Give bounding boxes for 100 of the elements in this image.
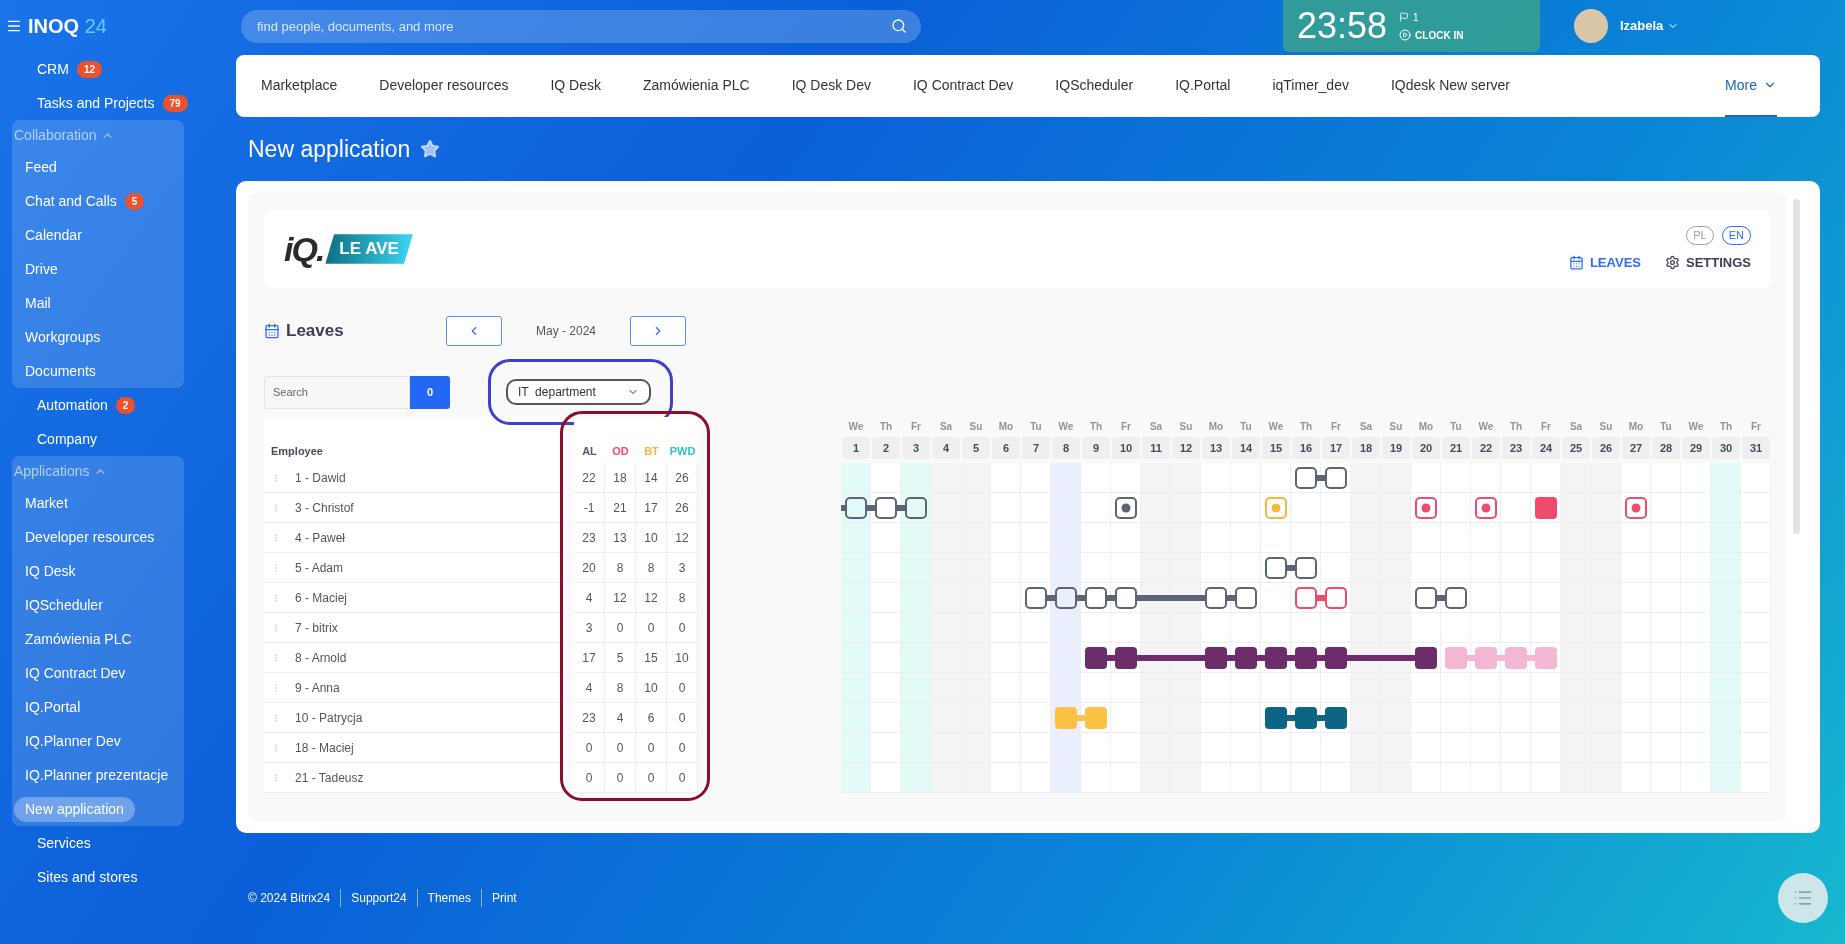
nav-tab[interactable]: iqTimer_dev	[1272, 55, 1349, 117]
weekday-label: Tu	[1030, 420, 1042, 434]
department-select[interactable]: IT department	[506, 379, 651, 405]
leave-box[interactable]	[905, 497, 927, 519]
leave-block[interactable]	[1265, 647, 1287, 669]
nav-tab[interactable]: IQdesk New server	[1390, 55, 1510, 117]
weekday-label: We	[848, 420, 864, 434]
brand-logo[interactable]: INOQ 24	[28, 11, 107, 41]
group-header[interactable]: Applications	[14, 460, 107, 482]
table-cell: 17	[636, 493, 667, 522]
user-menu[interactable]: Izabela	[1620, 16, 1680, 36]
sidebar-item[interactable]: Tasks and Projects 79	[26, 90, 199, 116]
leave-block[interactable]	[1295, 707, 1317, 729]
leave-block[interactable]	[1115, 647, 1137, 669]
table-cell: 0	[574, 763, 605, 792]
leave-block[interactable]	[1535, 497, 1557, 519]
leave-block[interactable]	[1265, 707, 1287, 729]
weekday-label: Mo	[1208, 420, 1224, 434]
previous-month-button[interactable]	[446, 316, 502, 346]
sidebar-item[interactable]: Documents	[14, 358, 107, 384]
leave-box[interactable]	[1265, 557, 1287, 579]
sidebar-item[interactable]: New application	[14, 796, 135, 822]
nav-tab[interactable]: IQ Desk	[550, 55, 601, 117]
table-cell: 4	[574, 583, 605, 612]
leave-box[interactable]	[1295, 467, 1317, 489]
leave-box[interactable]	[1325, 587, 1347, 609]
leave-block[interactable]	[1295, 647, 1317, 669]
scrollbar[interactable]	[1793, 199, 1800, 534]
leave-box[interactable]	[1205, 587, 1227, 609]
sidebar-item[interactable]: Chat and Calls 5	[14, 188, 156, 214]
leave-box[interactable]	[1025, 587, 1047, 609]
leave-box[interactable]	[1115, 587, 1137, 609]
more-tab[interactable]: More	[1725, 55, 1777, 117]
page-title: New application	[248, 134, 411, 164]
table-cell: 4	[574, 673, 605, 702]
sidebar-item[interactable]: CRM 12	[26, 56, 113, 82]
nav-tab[interactable]: Developer resources	[379, 55, 509, 117]
footer-link[interactable]: Themes	[416, 889, 481, 907]
footer-link[interactable]: Support24	[340, 889, 417, 907]
sidebar-item[interactable]: Market	[14, 490, 79, 516]
day-number: 18	[1352, 437, 1380, 459]
column-header: OD	[611, 443, 630, 459]
sidebar-item[interactable]: IQ.Portal	[14, 694, 92, 720]
sidebar-item[interactable]: Calendar	[14, 222, 93, 248]
search-field[interactable]: Search	[264, 375, 410, 409]
leave-box[interactable]	[1085, 587, 1107, 609]
sidebar-item[interactable]: Mail	[14, 290, 62, 316]
nav-tab[interactable]: Marketplace	[261, 55, 338, 117]
sidebar-item[interactable]: IQ.Planner prezentacje	[14, 762, 180, 788]
sidebar-item[interactable]: Developer resources	[14, 524, 166, 550]
footer-link[interactable]: Print	[480, 889, 527, 907]
nav-tab[interactable]: IQScheduler	[1055, 55, 1134, 117]
footer-link[interactable]: © 2024 Bitrix24	[248, 889, 341, 907]
sidebar-item[interactable]: IQ Desk	[14, 558, 87, 584]
leave-block[interactable]	[1325, 647, 1347, 669]
day-number: 26	[1592, 437, 1620, 459]
sidebar-item[interactable]: Automation 2	[26, 392, 147, 418]
avatar[interactable]	[1574, 9, 1608, 43]
day-number: 4	[932, 437, 960, 459]
search-icon[interactable]	[891, 17, 907, 34]
leave-box[interactable]	[875, 497, 897, 519]
leave-block[interactable]	[1415, 647, 1437, 669]
app-menu-link[interactable]: SETTINGS	[1665, 252, 1751, 272]
table-cell: 8	[667, 583, 698, 612]
leave-box[interactable]	[1295, 557, 1317, 579]
leave-block[interactable]	[1205, 647, 1227, 669]
nav-tab[interactable]: Zamówienia PLC	[643, 55, 750, 117]
weekday-label: Fr	[911, 420, 921, 434]
sidebar-item[interactable]: IQ.Planner Dev	[14, 728, 132, 754]
leave-block[interactable]	[1085, 647, 1107, 669]
sidebar-item[interactable]: Drive	[14, 256, 69, 282]
nav-tab[interactable]: IQ.Portal	[1175, 55, 1231, 117]
leave-block[interactable]	[1235, 647, 1257, 669]
sidebar-item[interactable]: Workgroups	[14, 324, 112, 350]
leave-box[interactable]	[1445, 587, 1467, 609]
leave-box[interactable]	[1415, 587, 1437, 609]
next-month-button[interactable]	[630, 316, 686, 346]
leave-box[interactable]	[1235, 587, 1257, 609]
sidebar-item[interactable]: Sites and stores	[26, 864, 149, 890]
clock-in-button[interactable]: CLOCK IN	[1399, 27, 1464, 43]
nav-tab[interactable]: IQ Contract Dev	[913, 55, 1014, 117]
sidebar-item[interactable]: IQ Contract Dev	[14, 660, 137, 686]
sidebar-item[interactable]: Feed	[14, 154, 68, 180]
leave-box[interactable]	[1295, 587, 1317, 609]
sidebar-item[interactable]: Company	[26, 426, 108, 452]
leave-box[interactable]	[845, 497, 867, 519]
leave-block[interactable]	[1325, 707, 1347, 729]
star-icon[interactable]	[420, 139, 441, 159]
sidebar-item[interactable]: Zamówienia PLC	[14, 626, 143, 652]
weekday-label: Su	[1599, 420, 1613, 434]
sidebar-item[interactable]: Services	[26, 830, 102, 856]
count-button[interactable]: 0	[410, 375, 450, 409]
day-number: 13	[1202, 437, 1230, 459]
app-menu-link[interactable]: LEAVES	[1568, 252, 1641, 272]
menu-icon[interactable]	[6, 18, 22, 34]
sidebar-item[interactable]: IQScheduler	[14, 592, 114, 618]
table-cell: 10	[636, 523, 667, 552]
leave-box[interactable]	[1055, 587, 1077, 609]
nav-tab[interactable]: IQ Desk Dev	[791, 55, 871, 117]
leave-box[interactable]	[1325, 467, 1347, 489]
